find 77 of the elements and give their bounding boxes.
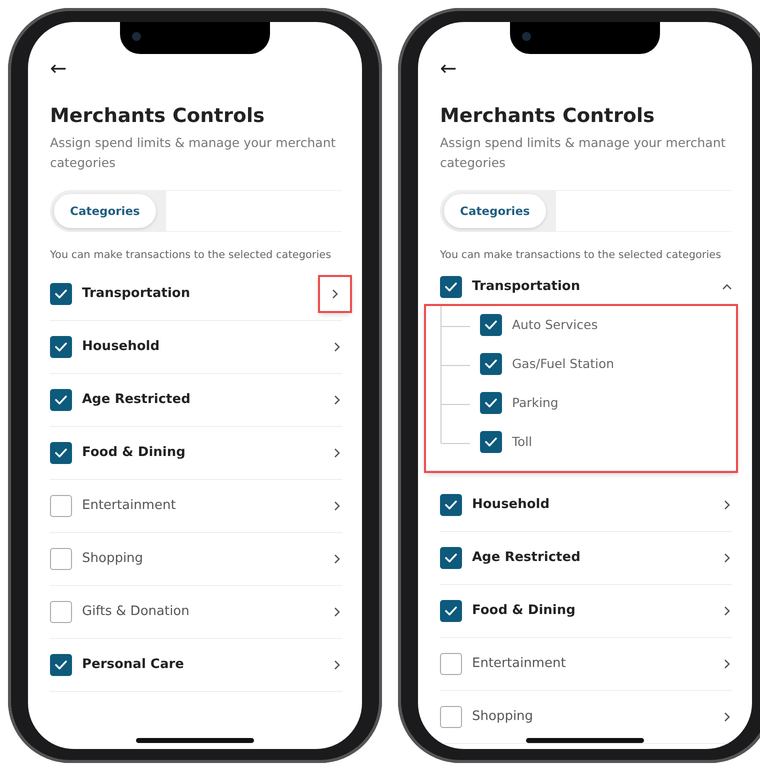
check-icon <box>445 282 457 292</box>
page-title: Merchants Controls <box>50 104 266 128</box>
checkbox[interactable] <box>480 314 502 336</box>
category-label: Shopping <box>472 708 534 726</box>
category-label: Personal Care <box>82 656 185 674</box>
check-icon <box>485 398 497 408</box>
chevron-right-icon[interactable] <box>332 394 342 405</box>
checkbox[interactable] <box>440 706 462 728</box>
subcategory-label: Toll <box>512 433 532 452</box>
chevron-right-icon[interactable] <box>722 500 732 510</box>
tree-connector <box>440 344 470 384</box>
check-icon <box>55 448 67 458</box>
check-icon <box>55 394 67 405</box>
tab[interactable]: Categories <box>54 194 156 228</box>
category-label: Age Restricted <box>82 391 192 410</box>
check-icon <box>485 359 497 370</box>
tree-connector <box>440 306 470 345</box>
chevron-right-icon[interactable] <box>330 288 340 299</box>
checkbox[interactable] <box>50 336 72 358</box>
checkbox[interactable] <box>440 546 462 569</box>
chevron-right-icon[interactable] <box>332 606 342 617</box>
check-icon <box>55 288 67 299</box>
chevron-right-icon[interactable] <box>722 606 732 616</box>
category-label: Age Restricted <box>472 549 582 568</box>
category-label: Gifts & Donation <box>82 603 190 622</box>
category-label: Transportation <box>82 285 192 304</box>
check-icon <box>485 437 497 448</box>
check-icon <box>55 342 67 352</box>
hint-text: You can make transactions to the selected categories <box>440 248 722 264</box>
checkbox[interactable] <box>440 276 462 298</box>
category-label: Entertainment <box>472 655 567 674</box>
camera-icon <box>132 32 141 41</box>
chevron-up-icon[interactable] <box>722 282 732 292</box>
chevron-right-icon[interactable] <box>332 554 342 564</box>
checkbox[interactable] <box>50 548 72 570</box>
checkbox[interactable] <box>480 353 502 376</box>
category-label: Food & Dining <box>82 444 186 462</box>
subcategory-label: Gas/Fuel Station <box>512 355 614 374</box>
check-icon <box>445 606 457 616</box>
category-label: Entertainment <box>82 497 177 516</box>
checkbox[interactable] <box>50 494 72 517</box>
check-icon <box>445 500 457 510</box>
category-label: Household <box>472 496 551 514</box>
subcategory-label: Parking <box>512 394 558 412</box>
chevron-right-icon[interactable] <box>722 712 732 722</box>
category-label: Household <box>82 338 161 356</box>
page-subtitle: Assign spend limits & manage your merchant categories <box>50 134 337 172</box>
back-button[interactable]: ← <box>50 58 67 78</box>
subcategory-label: Auto Services <box>512 316 598 334</box>
checkbox[interactable] <box>50 654 72 676</box>
page-subtitle: Assign spend limits & manage your merchant categories <box>440 134 727 172</box>
checkbox[interactable] <box>50 600 72 623</box>
chevron-right-icon[interactable] <box>332 342 342 352</box>
tab[interactable]: Categories <box>444 194 546 228</box>
checkbox[interactable] <box>440 652 462 675</box>
page-title: Merchants Controls <box>440 104 656 128</box>
check-icon <box>55 660 67 670</box>
checkbox[interactable] <box>50 388 72 411</box>
checkbox[interactable] <box>440 494 462 516</box>
hint-text: You can make transactions to the selected categories <box>50 248 332 264</box>
category-label: Food & Dining <box>472 602 576 620</box>
checkbox[interactable] <box>50 442 72 464</box>
back-button[interactable]: ← <box>440 58 457 78</box>
checkbox[interactable] <box>480 431 502 454</box>
check-icon <box>485 320 497 330</box>
camera-icon <box>522 32 531 41</box>
chevron-right-icon[interactable] <box>722 658 732 669</box>
chevron-right-icon[interactable] <box>332 448 342 458</box>
category-label: Shopping <box>82 550 144 568</box>
check-icon <box>445 552 457 563</box>
chevron-right-icon[interactable] <box>722 552 732 563</box>
checkbox[interactable] <box>480 392 502 414</box>
chevron-right-icon[interactable] <box>332 660 342 670</box>
chevron-right-icon[interactable] <box>332 500 342 511</box>
category-label: Transportation <box>472 278 582 296</box>
checkbox[interactable] <box>440 600 462 622</box>
checkbox[interactable] <box>50 282 72 305</box>
